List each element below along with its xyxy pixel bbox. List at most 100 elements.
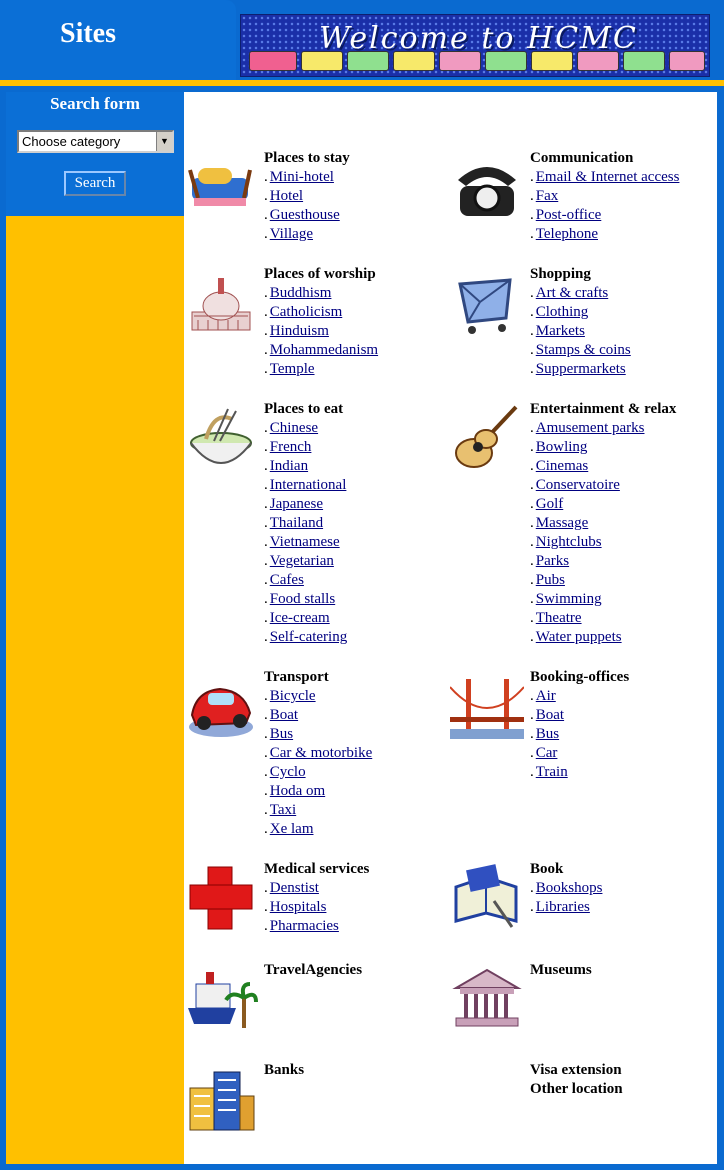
list-item: . Massage xyxy=(530,515,644,534)
category-link[interactable]: Temple xyxy=(270,361,315,377)
list-item: . Cafes xyxy=(264,572,347,591)
category-link[interactable]: Denstist xyxy=(270,880,319,896)
header-divider xyxy=(0,80,724,86)
bridge-icon xyxy=(449,669,525,745)
category-link[interactable]: Car xyxy=(536,745,558,761)
chevron-down-icon[interactable]: ▼ xyxy=(156,132,172,151)
category-link[interactable]: French xyxy=(270,439,312,455)
category-link[interactable]: Hinduism xyxy=(270,323,329,339)
category-link[interactable]: Stamps & coins xyxy=(536,342,631,358)
train-car-icon xyxy=(669,51,705,71)
category-link[interactable]: Suppermarkets xyxy=(536,361,626,377)
list-item: . Bowling xyxy=(530,439,644,458)
category-link[interactable]: Pubs xyxy=(536,572,565,588)
category-link[interactable]: Vietnamese xyxy=(270,534,340,550)
category-link[interactable]: Hospitals xyxy=(270,899,327,915)
category-link[interactable]: Fax xyxy=(536,188,559,204)
list-item: . Air xyxy=(530,688,568,707)
category-link[interactable]: Bookshops xyxy=(536,880,603,896)
category-link[interactable]: Nightclubs xyxy=(536,534,602,550)
list-item: . Village xyxy=(264,226,340,245)
category-link[interactable]: Train xyxy=(536,764,568,780)
category-link[interactable]: Xe lam xyxy=(270,821,314,837)
category-link[interactable]: Art & crafts xyxy=(536,285,608,301)
category-link[interactable]: Massage xyxy=(536,515,589,531)
bullet: . xyxy=(530,629,534,645)
category-link[interactable]: Libraries xyxy=(536,899,590,915)
category-link[interactable]: Mohammedanism xyxy=(270,342,378,358)
category-link[interactable]: Boat xyxy=(270,707,298,723)
category-link[interactable]: Boat xyxy=(536,707,564,723)
category-link[interactable]: Thailand xyxy=(270,515,323,531)
search-form: Search form Choose category ▼ Search xyxy=(6,92,184,216)
category-link[interactable]: Bicycle xyxy=(270,688,316,704)
list-item: . Hinduism xyxy=(264,323,378,342)
bullet: . xyxy=(264,726,268,742)
page-frame: Sites Welcome to HCMC Search form Choose… xyxy=(0,0,724,1170)
category-link[interactable]: Indian xyxy=(270,458,308,474)
section-link-list: . Chinese. French. Indian. International. Jap… xyxy=(264,420,347,648)
list-item: . Markets xyxy=(530,323,631,342)
category-link[interactable]: Self-catering xyxy=(270,629,347,645)
list-item: . Water puppets xyxy=(530,629,644,648)
bullet: . xyxy=(264,285,268,301)
category-link[interactable]: Telephone xyxy=(536,226,598,242)
category-link[interactable]: Hotel xyxy=(270,188,303,204)
category-link[interactable]: Markets xyxy=(536,323,585,339)
section-title: Booking-offices xyxy=(530,669,630,685)
list-item: . Bus xyxy=(264,726,372,745)
section-title: Other location xyxy=(530,1081,623,1097)
category-link[interactable]: Food stalls xyxy=(270,591,335,607)
category-link[interactable]: Swimming xyxy=(536,591,602,607)
category-link[interactable]: Post-office xyxy=(536,207,602,223)
category-link[interactable]: Mini-hotel xyxy=(270,169,334,185)
list-item: . Chinese xyxy=(264,420,347,439)
section-title: Places of worship xyxy=(264,266,376,282)
category-link[interactable]: Cinemas xyxy=(536,458,589,474)
sites-tab: Sites xyxy=(0,0,236,80)
bullet: . xyxy=(530,553,534,569)
category-link[interactable]: International xyxy=(270,477,347,493)
category-link[interactable]: Guesthouse xyxy=(270,207,340,223)
search-button[interactable]: Search xyxy=(64,171,126,196)
category-link[interactable]: Golf xyxy=(536,496,564,512)
category-link[interactable]: Conservatoire xyxy=(536,477,620,493)
list-item: . Xe lam xyxy=(264,821,372,840)
capitol-dome-icon xyxy=(184,266,258,342)
section-title: Banks xyxy=(264,1062,305,1078)
sidebar: Search form Choose category ▼ Search xyxy=(6,92,184,1164)
category-link[interactable]: Vegetarian xyxy=(270,553,334,569)
category-link[interactable]: Bus xyxy=(270,726,293,742)
category-link[interactable]: Taxi xyxy=(270,802,296,818)
category-link[interactable]: Village xyxy=(270,226,313,242)
bullet: . xyxy=(264,420,268,436)
category-link[interactable]: Email & Internet access xyxy=(536,169,680,185)
welcome-banner: Welcome to HCMC xyxy=(240,14,710,77)
category-link[interactable]: Amusement parks xyxy=(536,420,645,436)
category-link[interactable]: Buddhism xyxy=(270,285,332,301)
category-link[interactable]: Theatre xyxy=(536,610,582,626)
category-link[interactable]: Clothing xyxy=(536,304,589,320)
category-link[interactable]: Parks xyxy=(536,553,569,569)
category-link[interactable]: Bus xyxy=(536,726,559,742)
category-link[interactable]: Chinese xyxy=(270,420,318,436)
bullet: . xyxy=(530,477,534,493)
bullet: . xyxy=(264,821,268,837)
category-link[interactable]: Bowling xyxy=(536,439,588,455)
category-link[interactable]: Water puppets xyxy=(536,629,622,645)
category-link[interactable]: Air xyxy=(536,688,556,704)
list-item: . Suppermarkets xyxy=(530,361,631,380)
category-link[interactable]: Car & motorbike xyxy=(270,745,372,761)
car-icon xyxy=(184,669,258,745)
category-link[interactable]: Cafes xyxy=(270,572,304,588)
category-link[interactable]: Ice-cream xyxy=(270,610,330,626)
bullet: . xyxy=(264,458,268,474)
category-link[interactable]: Cyclo xyxy=(270,764,306,780)
category-link[interactable]: Catholicism xyxy=(270,304,343,320)
category-link[interactable]: Japanese xyxy=(270,496,323,512)
list-item: . Bus xyxy=(530,726,568,745)
category-link[interactable]: Pharmacies xyxy=(270,918,339,934)
list-item: . Catholicism xyxy=(264,304,378,323)
category-link[interactable]: Hoda om xyxy=(270,783,325,799)
category-select[interactable]: Choose category ▼ xyxy=(17,130,174,153)
